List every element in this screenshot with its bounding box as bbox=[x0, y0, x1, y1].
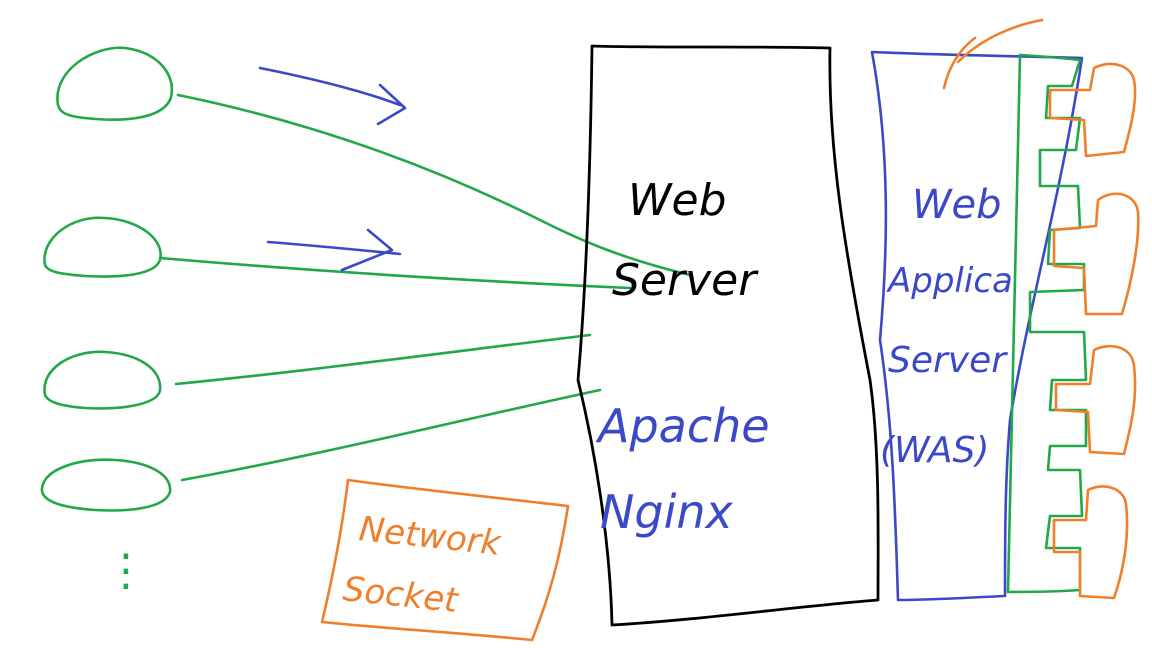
client-oval-2 bbox=[43, 216, 162, 278]
plugin-accent-scribble bbox=[942, 18, 1044, 90]
web-server-title-line1: Web bbox=[628, 175, 727, 226]
network-socket-line2: Socket bbox=[341, 569, 461, 621]
plugin-1 bbox=[1048, 62, 1137, 158]
network-socket-line1: Network bbox=[357, 509, 504, 564]
web-server-box: Web Server Apache Nginx bbox=[576, 44, 880, 627]
client-oval-3 bbox=[43, 350, 162, 410]
clients-group: ⋮ bbox=[40, 46, 174, 596]
connection-line-2 bbox=[158, 256, 632, 290]
web-server-example-nginx: Nginx bbox=[600, 485, 734, 539]
was-title-line1: Web bbox=[912, 182, 1002, 228]
was-title-line4: (WAS) bbox=[880, 430, 989, 471]
flow-arrow-1 bbox=[258, 66, 407, 126]
clients-ellipsis: ⋮ bbox=[104, 545, 148, 596]
connection-line-1 bbox=[176, 93, 692, 277]
architecture-sketch: ⋮ Web Server Apache Nginx Web Applica Se… bbox=[40, 18, 1140, 642]
web-server-example-apache: Apache bbox=[595, 399, 770, 453]
was-title-line2: Applica bbox=[886, 261, 1013, 301]
was-container-comb bbox=[1006, 53, 1088, 594]
client-oval-1 bbox=[56, 46, 174, 121]
plugin-2 bbox=[1052, 192, 1140, 316]
connection-line-3 bbox=[174, 333, 592, 386]
connection-line-4 bbox=[180, 388, 602, 482]
flow-arrows bbox=[258, 66, 407, 272]
flow-arrow-2 bbox=[266, 228, 402, 272]
web-server-title-line2: Server bbox=[612, 255, 759, 306]
plugin-3 bbox=[1054, 344, 1137, 456]
client-oval-4 bbox=[40, 458, 172, 512]
plugin-4 bbox=[1052, 485, 1129, 600]
plugins-group bbox=[942, 18, 1140, 600]
was-title-line3: Server bbox=[888, 340, 1008, 381]
network-socket-box: Network Socket bbox=[320, 478, 570, 642]
